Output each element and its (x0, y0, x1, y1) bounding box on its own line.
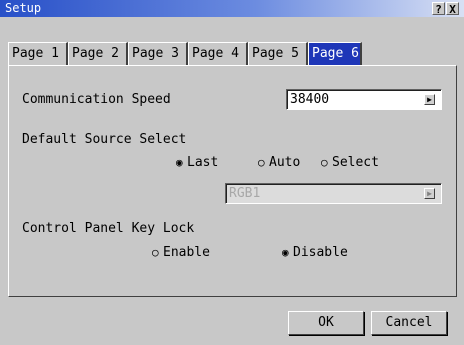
radio-selected-icon: ◉ (282, 246, 289, 259)
radio-unselected-icon: ○ (152, 246, 159, 259)
communication-speed-label: Communication Speed (22, 92, 171, 107)
radio-select[interactable]: ○ Select (321, 155, 379, 170)
title-bar: Setup ? X (0, 0, 464, 17)
radio-auto-label: Auto (269, 155, 301, 170)
radio-selected-icon: ◉ (176, 156, 183, 169)
radio-unselected-icon: ○ (258, 156, 265, 169)
radio-select-label: Select (332, 155, 379, 170)
default-source-label: Default Source Select (22, 132, 187, 147)
radio-disable[interactable]: ◉ Disable (282, 245, 348, 260)
close-button[interactable]: X (446, 2, 459, 16)
help-button[interactable]: ? (432, 2, 445, 16)
source-select-dropdown: RGB1 ▶ (225, 183, 442, 204)
radio-enable[interactable]: ○ Enable (152, 245, 210, 260)
page-6-panel: Communication Speed 38400 ▶ Default Sour… (8, 65, 457, 297)
tab-page-2[interactable]: Page 2 (68, 42, 128, 66)
dropdown-arrow-icon: ▶ (424, 188, 435, 199)
radio-enable-label: Enable (163, 245, 210, 260)
tab-page-6[interactable]: Page 6 (308, 42, 362, 66)
tab-page-3[interactable]: Page 3 (128, 42, 188, 66)
key-lock-label: Control Panel Key Lock (22, 221, 195, 236)
radio-last-label: Last (187, 155, 219, 170)
radio-last[interactable]: ◉ Last (176, 155, 218, 170)
cancel-button[interactable]: Cancel (371, 311, 447, 335)
source-select-value: RGB1 (229, 186, 261, 201)
radio-unselected-icon: ○ (321, 156, 328, 169)
dropdown-arrow-icon[interactable]: ▶ (424, 94, 435, 105)
setup-window: Setup ? X Page 1 Page 2 Page 3 Page 4 Pa… (0, 0, 464, 345)
tab-page-5[interactable]: Page 5 (248, 42, 308, 66)
communication-speed-dropdown[interactable]: 38400 ▶ (286, 89, 442, 110)
communication-speed-value: 38400 (290, 92, 330, 107)
radio-auto[interactable]: ○ Auto (258, 155, 300, 170)
tab-page-4[interactable]: Page 4 (188, 42, 248, 66)
tab-page-1[interactable]: Page 1 (8, 42, 68, 66)
ok-button[interactable]: OK (288, 311, 364, 335)
radio-disable-label: Disable (293, 245, 348, 260)
window-title: Setup (5, 1, 42, 15)
